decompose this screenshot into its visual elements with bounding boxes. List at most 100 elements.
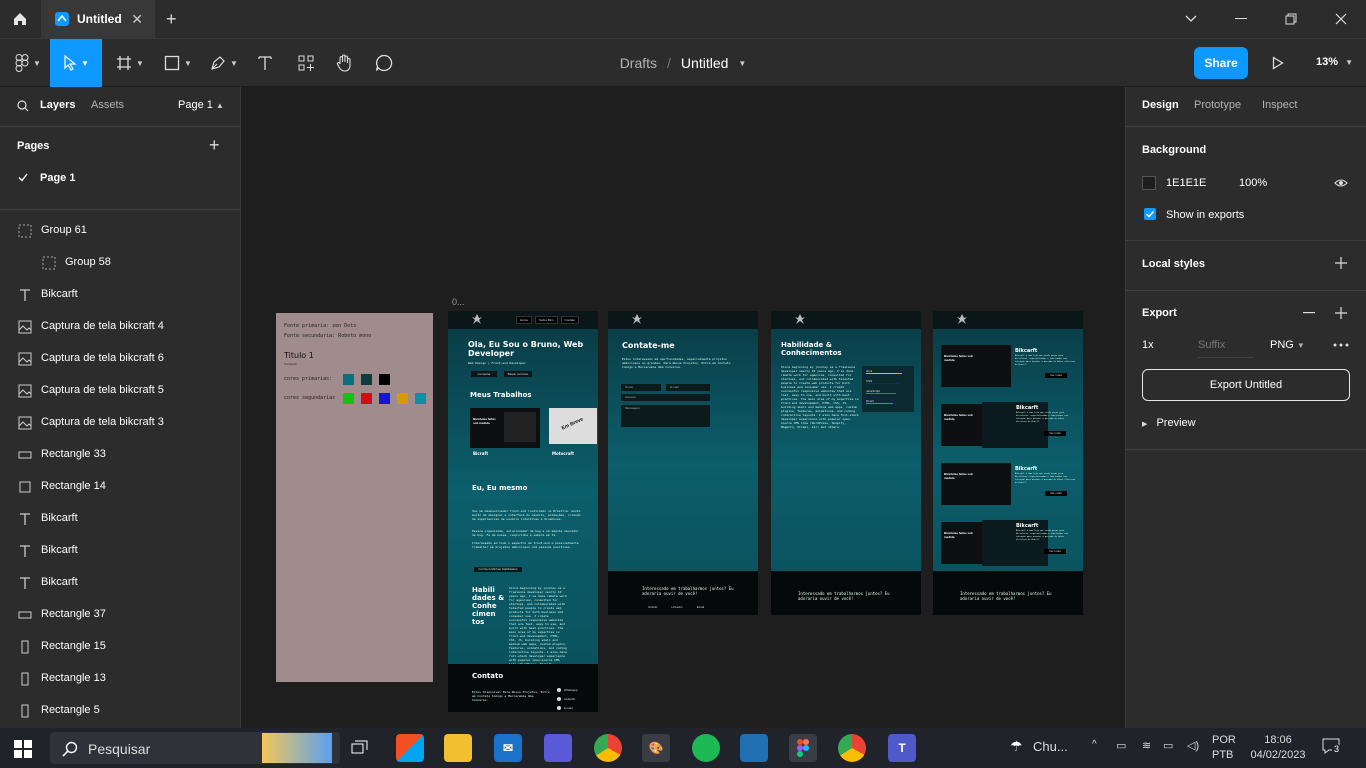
project-more-button[interactable]: Ver mais bbox=[1044, 549, 1066, 554]
layer-item[interactable]: Bikcarft bbox=[0, 535, 240, 567]
skills-page-frame[interactable]: Habilidade & Conhecimentos Since beginni… bbox=[771, 311, 921, 615]
tab-assets[interactable]: Assets bbox=[91, 99, 124, 111]
layer-item[interactable]: Captura de tela bikcraft 5 bbox=[0, 375, 240, 407]
nav-item[interactable]: Home bbox=[516, 316, 533, 324]
background-swatch[interactable] bbox=[1142, 176, 1156, 190]
meet-icon[interactable]: ▭ bbox=[1116, 739, 1126, 752]
paint-icon[interactable]: 🎨 bbox=[642, 734, 670, 762]
wifi-icon[interactable]: ≋ bbox=[1142, 739, 1151, 752]
tab-design[interactable]: Design bbox=[1142, 99, 1179, 111]
layer-item[interactable]: Bikcarft bbox=[0, 279, 240, 311]
tab-prototype[interactable]: Prototype bbox=[1194, 99, 1241, 111]
eye-icon[interactable] bbox=[1334, 178, 1348, 188]
teams-icon[interactable]: T bbox=[888, 734, 916, 762]
layer-item[interactable]: Captura de tela bikcraft 3 bbox=[0, 407, 240, 439]
frame-tool[interactable]: ▼ bbox=[110, 39, 150, 87]
layer-item[interactable]: Bikcarft bbox=[0, 567, 240, 599]
start-button[interactable] bbox=[14, 740, 32, 758]
home-work-card-1[interactable]: Bicicletas feitas sob medida bbox=[470, 408, 540, 448]
volume-icon[interactable]: ◁) bbox=[1187, 739, 1199, 752]
style-guide-frame[interactable]: Fonte primaria: zen Dots Fonte secundari… bbox=[276, 313, 433, 682]
export-scale[interactable]: 1x bbox=[1142, 339, 1154, 351]
battery-icon[interactable]: ▭ bbox=[1163, 739, 1173, 752]
contact-form-field[interactable]: Assunto bbox=[621, 394, 710, 401]
chevron-down-icon[interactable]: ▼ bbox=[738, 59, 746, 68]
project-card[interactable]: Bicicletas feitas sob medida Bikcarft Bikc… bbox=[941, 345, 1081, 389]
footer-link[interactable]: Email bbox=[697, 605, 705, 609]
export-suffix-input[interactable]: Suffix bbox=[1198, 339, 1254, 358]
figma-taskbar-icon[interactable] bbox=[789, 734, 817, 762]
nav-item[interactable]: Sobre Mim bbox=[535, 316, 558, 324]
taskbar-search[interactable]: Pesquisar bbox=[50, 732, 340, 764]
notification-center[interactable]: 3 bbox=[1322, 738, 1344, 758]
preview-toggle[interactable]: ▶ Preview bbox=[1142, 417, 1196, 429]
language-indicator[interactable]: POR PTB bbox=[1212, 733, 1236, 763]
projects-page-frame[interactable]: Bicicletas feitas sob medida Bikcarft Bikc… bbox=[933, 311, 1083, 615]
project-card[interactable]: Bicicletas feitas sob medida Bikcarft Bikc… bbox=[941, 520, 1081, 566]
layer-item[interactable]: Group 61 bbox=[0, 215, 240, 247]
page-item-page-1[interactable]: Page 1 bbox=[0, 165, 240, 191]
move-tool[interactable]: ▼ bbox=[50, 39, 102, 87]
minus-icon[interactable] bbox=[1303, 312, 1315, 314]
add-page-button[interactable]: + bbox=[209, 135, 220, 156]
layer-item[interactable]: Captura de tela bikcraft 6 bbox=[0, 343, 240, 375]
home-skills-button[interactable]: Conheca Minhas Habilidades bbox=[474, 567, 522, 572]
background-opacity[interactable]: 100% bbox=[1239, 177, 1267, 189]
chrome-profile-icon[interactable] bbox=[838, 734, 866, 762]
close-tab-icon[interactable]: ✕ bbox=[131, 11, 143, 28]
plus-icon[interactable] bbox=[1335, 307, 1347, 319]
contact-form-field[interactable]: E-mail bbox=[666, 384, 710, 391]
home-page-frame[interactable]: Home Sobre Mim Contato Ola, Eu Sou o Bruno… bbox=[448, 311, 598, 712]
layer-item[interactable]: Rectangle 33 bbox=[0, 439, 240, 471]
page-selector[interactable]: Page 1 ▲ bbox=[178, 99, 224, 111]
clipchamp-icon[interactable] bbox=[544, 734, 572, 762]
project-more-button[interactable]: Ver mais bbox=[1045, 373, 1067, 378]
file-name[interactable]: Untitled bbox=[681, 55, 728, 71]
vscode-icon[interactable] bbox=[740, 734, 768, 762]
layer-item[interactable]: Rectangle 13 bbox=[0, 663, 240, 695]
comment-tool[interactable] bbox=[369, 39, 399, 87]
mail-icon[interactable]: ✉ bbox=[494, 734, 522, 762]
main-menu-button[interactable]: ▼ bbox=[8, 39, 48, 87]
layer-item[interactable]: Rectangle 15 bbox=[0, 631, 240, 663]
text-tool[interactable] bbox=[250, 39, 280, 87]
project-card[interactable]: Bicicletas feitas sob medida Bikcarft Bikc… bbox=[941, 402, 1081, 448]
spotify-icon[interactable] bbox=[692, 734, 720, 762]
plus-icon[interactable] bbox=[1335, 257, 1347, 269]
new-tab-button[interactable]: + bbox=[166, 9, 177, 30]
export-format-select[interactable]: PNG ▼ bbox=[1270, 339, 1305, 351]
layer-item[interactable]: Rectangle 14 bbox=[0, 471, 240, 503]
nav-item[interactable]: Contato bbox=[560, 316, 580, 324]
layer-item[interactable]: Captura de tela bikcraft 4 bbox=[0, 311, 240, 343]
contact-item[interactable]: E-mail bbox=[557, 706, 597, 710]
maximize-button[interactable] bbox=[1266, 0, 1316, 38]
tab-list-button[interactable] bbox=[1166, 0, 1216, 38]
clock[interactable]: 18:06 04/02/2023 bbox=[1246, 733, 1310, 763]
breadcrumb-drafts[interactable]: Drafts bbox=[620, 55, 657, 71]
zoom-control[interactable]: 13% ▼ bbox=[1316, 56, 1353, 68]
hand-tool[interactable] bbox=[329, 39, 359, 87]
shape-tool[interactable]: ▼ bbox=[158, 39, 198, 87]
project-more-button[interactable]: Ver mais bbox=[1045, 491, 1067, 496]
contact-item[interactable]: Whatsapp bbox=[557, 688, 597, 692]
tab-layers[interactable]: Layers bbox=[40, 99, 75, 111]
home-work-card-2[interactable]: Em Breve bbox=[549, 408, 597, 444]
home-cv-button[interactable]: Baixar curriculo bbox=[504, 371, 532, 377]
chevron-up-icon[interactable]: ^ bbox=[1092, 739, 1097, 750]
project-more-button[interactable]: Ver mais bbox=[1044, 431, 1066, 436]
contact-form-field[interactable]: Mensagem bbox=[621, 405, 710, 427]
layer-item[interactable]: Group 58 bbox=[0, 247, 240, 279]
layer-item[interactable]: Bikcarft bbox=[0, 503, 240, 535]
footer-link[interactable]: GitHub bbox=[648, 605, 657, 609]
contact-item[interactable]: LinkedIn bbox=[557, 697, 597, 701]
project-card[interactable]: Bicicletas feitas sob medida Bikcarft Bikc… bbox=[941, 463, 1081, 507]
contact-form-field[interactable]: Nome bbox=[621, 384, 661, 391]
resources-tool[interactable] bbox=[291, 39, 321, 87]
layer-item[interactable]: Rectangle 5 bbox=[0, 695, 240, 727]
weather-widget[interactable]: ☂ Chu... bbox=[1010, 738, 1068, 756]
home-contact-button[interactable]: Contactar bbox=[471, 371, 497, 377]
contact-page-frame[interactable]: Contate-me Estou interessado em oportuni… bbox=[608, 311, 758, 615]
microsoft-store-icon[interactable] bbox=[396, 734, 424, 762]
more-options-icon[interactable] bbox=[1333, 343, 1349, 347]
present-button[interactable] bbox=[1264, 39, 1292, 87]
